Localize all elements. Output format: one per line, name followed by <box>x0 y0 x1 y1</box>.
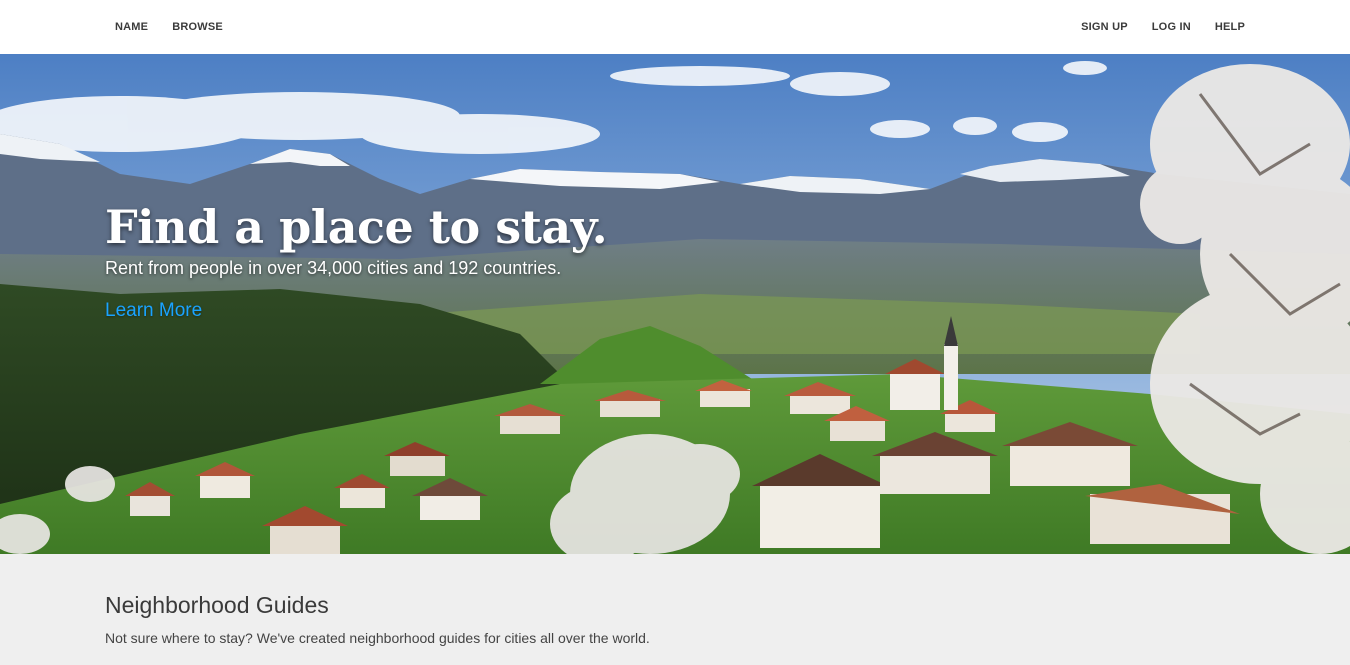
nav-log-in-link[interactable]: LOG IN <box>1152 21 1191 33</box>
nav-browse-link[interactable]: BROWSE <box>172 21 223 33</box>
neighborhood-guides-section: Neighborhood Guides Not sure where to st… <box>0 554 1350 665</box>
guides-heading: Neighborhood Guides <box>105 592 329 618</box>
nav-left: NAME BROWSE <box>115 21 247 33</box>
hero-banner: Find a place to stay. Rent from people i… <box>0 54 1350 554</box>
learn-more-link[interactable]: Learn More <box>105 300 202 322</box>
nav-right: SIGN UP LOG IN HELP <box>1057 21 1245 33</box>
nav-help-link[interactable]: HELP <box>1215 21 1245 33</box>
hero-subtitle: Rent from people in over 34,000 cities a… <box>105 258 562 278</box>
guides-description: Not sure where to stay? We've created ne… <box>105 630 650 646</box>
nav-sign-up-link[interactable]: SIGN UP <box>1081 21 1128 33</box>
top-navigation: NAME BROWSE SIGN UP LOG IN HELP <box>0 0 1350 54</box>
nav-name-link[interactable]: NAME <box>115 21 148 33</box>
hero-landscape-image <box>0 54 1350 554</box>
hero-title: Find a place to stay. <box>105 200 608 254</box>
